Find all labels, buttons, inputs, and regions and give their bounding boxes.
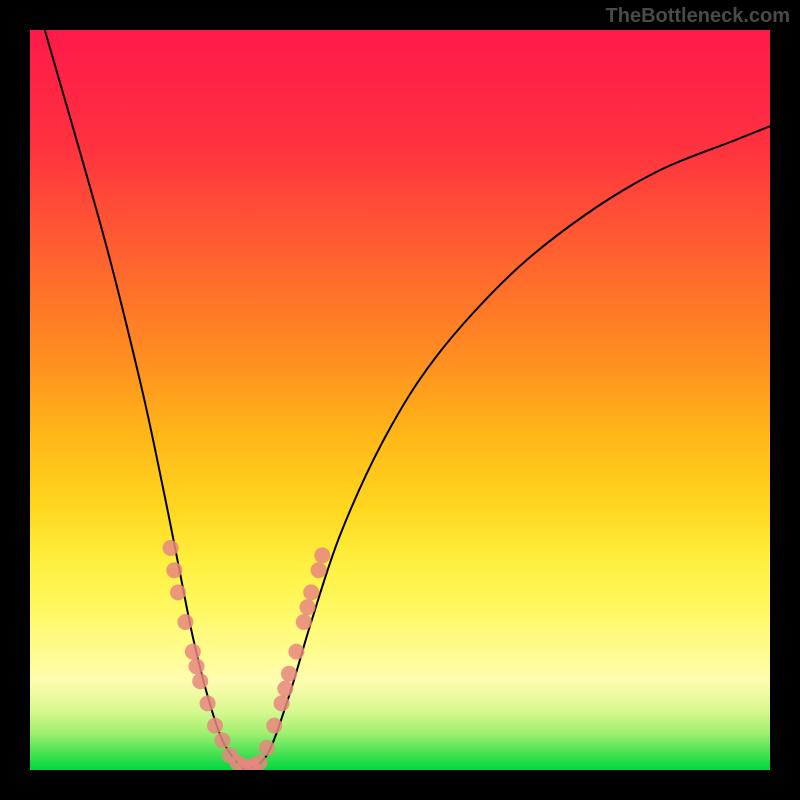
- data-point: [214, 732, 230, 748]
- data-point: [177, 614, 193, 630]
- data-point: [192, 673, 208, 689]
- data-point: [296, 614, 312, 630]
- data-point: [163, 540, 179, 556]
- data-point: [311, 562, 327, 578]
- data-point: [303, 584, 319, 600]
- right-curve: [245, 126, 770, 770]
- data-point: [314, 547, 330, 563]
- curves-overlay: [30, 30, 770, 770]
- data-point: [281, 666, 297, 682]
- data-point: [200, 695, 216, 711]
- chart-container: TheBottleneck.com: [0, 0, 800, 800]
- data-point: [207, 718, 223, 734]
- data-point: [189, 658, 205, 674]
- data-point: [288, 644, 304, 660]
- data-point: [300, 599, 316, 615]
- data-point: [277, 681, 293, 697]
- data-point: [185, 644, 201, 660]
- watermark: TheBottleneck.com: [606, 5, 790, 28]
- data-point: [251, 755, 267, 770]
- data-point: [266, 718, 282, 734]
- left-curve: [45, 30, 245, 770]
- plot-area: [30, 30, 770, 770]
- data-point: [170, 584, 186, 600]
- data-point: [166, 562, 182, 578]
- data-point: [259, 740, 275, 756]
- data-point: [274, 695, 290, 711]
